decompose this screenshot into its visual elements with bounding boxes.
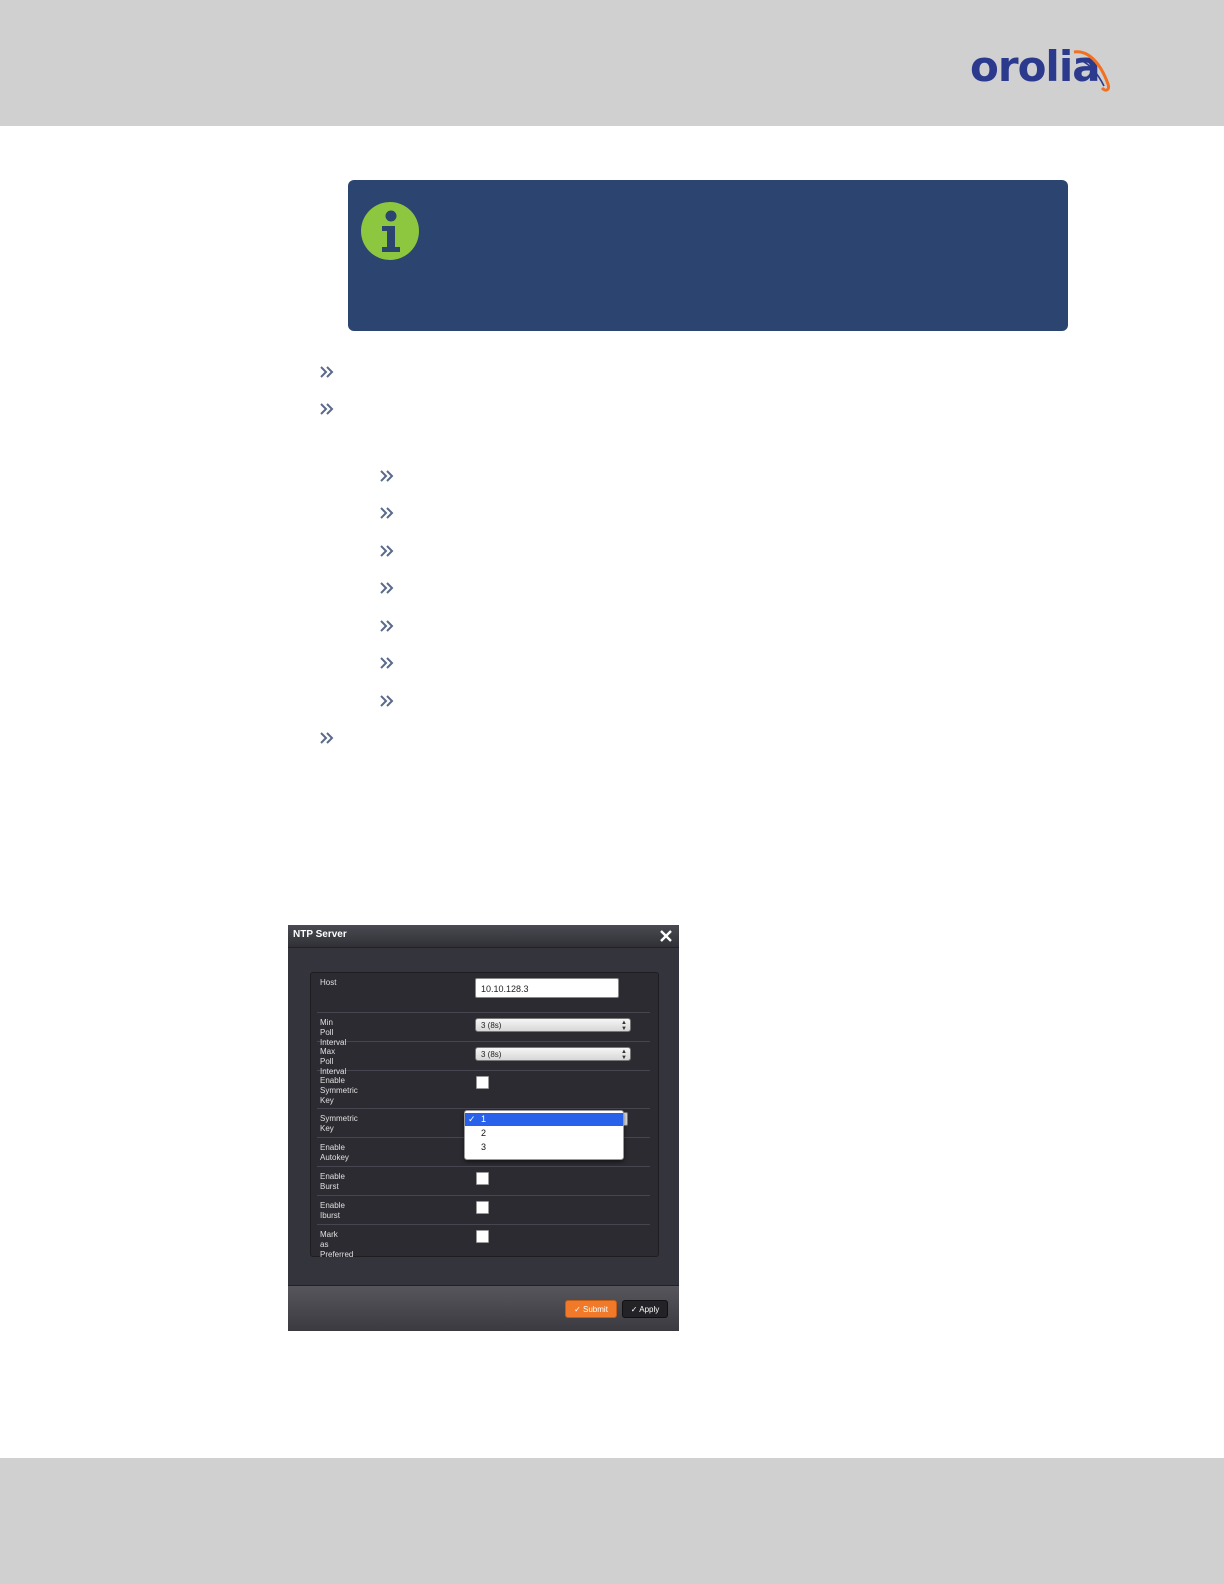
bullet-icon	[378, 580, 400, 600]
dropdown-option[interactable]: 2	[465, 1127, 623, 1140]
min-poll-select[interactable]: 3 (8s) ▲ ▼	[475, 1018, 631, 1032]
form-row-enable-iburst: Enable Iburst	[317, 1196, 650, 1225]
check-icon: ✓	[574, 1305, 584, 1314]
bullet-icon	[378, 468, 400, 488]
bullet-icon	[378, 543, 400, 563]
bullet-icon	[378, 693, 400, 713]
field-label: Symmetric Key	[320, 1114, 358, 1133]
dialog-footer: ✓ Submit ✓ Apply	[288, 1285, 679, 1331]
bullet-icon	[378, 618, 400, 638]
check-icon: ✓	[468, 1114, 476, 1124]
dialog-titlebar: NTP Server	[288, 925, 679, 948]
host-input[interactable]: 10.10.128.3	[475, 978, 619, 998]
apply-button[interactable]: ✓ Apply	[622, 1300, 668, 1318]
form-row-enable-symmetric-key: Enable Symmetric Key	[317, 1071, 650, 1109]
form-row-min-poll: Min Poll Interval 3 (8s) ▲ ▼	[317, 1013, 650, 1047]
bullet-icon	[318, 364, 340, 384]
dropdown-option[interactable]: ✓ 1	[465, 1113, 623, 1126]
submit-button[interactable]: ✓ Submit	[565, 1300, 617, 1318]
field-label: Enable Iburst	[320, 1201, 345, 1220]
select-arrows-icon: ▲ ▼	[621, 1049, 627, 1061]
bullet-icon	[318, 401, 340, 421]
orolia-logo: orolia	[970, 40, 1125, 100]
dialog-title: NTP Server	[293, 929, 347, 940]
mark-preferred-checkbox[interactable]	[476, 1230, 489, 1243]
enable-iburst-checkbox[interactable]	[476, 1201, 489, 1214]
enable-symmetric-key-checkbox[interactable]	[476, 1076, 489, 1089]
field-label: Mark as Preferred	[320, 1230, 354, 1259]
field-label: Enable Autokey	[320, 1143, 349, 1162]
form-row-max-poll: Max Poll Interval 3 (8s) ▲ ▼	[317, 1042, 650, 1076]
field-label: Enable Burst	[320, 1172, 345, 1191]
field-label: Host	[320, 978, 337, 987]
check-icon: ✓	[630, 1305, 640, 1314]
select-arrows-icon: ▲ ▼	[621, 1020, 627, 1032]
bullet-icon	[378, 505, 400, 525]
dropdown-option[interactable]: 3	[465, 1141, 623, 1154]
bullet-icon	[318, 730, 340, 750]
page-header: orolia	[0, 0, 1224, 126]
symmetric-key-dropdown[interactable]: ✓ 1 2 3	[464, 1110, 624, 1160]
info-note-box	[348, 180, 1068, 331]
form-row-enable-burst: Enable Burst	[317, 1167, 650, 1196]
max-poll-select[interactable]: 3 (8s) ▲ ▼	[475, 1047, 631, 1061]
form-row-host: Host 10.10.128.3	[317, 973, 650, 1013]
close-icon[interactable]	[658, 928, 674, 944]
logo-swoosh-icon	[1073, 50, 1110, 92]
form-row-mark-preferred: Mark as Preferred	[317, 1225, 650, 1259]
field-label: Enable Symmetric Key	[320, 1076, 358, 1105]
enable-burst-checkbox[interactable]	[476, 1172, 489, 1185]
info-icon	[361, 202, 419, 260]
bullet-icon	[378, 655, 400, 675]
page-footer	[0, 1458, 1224, 1584]
